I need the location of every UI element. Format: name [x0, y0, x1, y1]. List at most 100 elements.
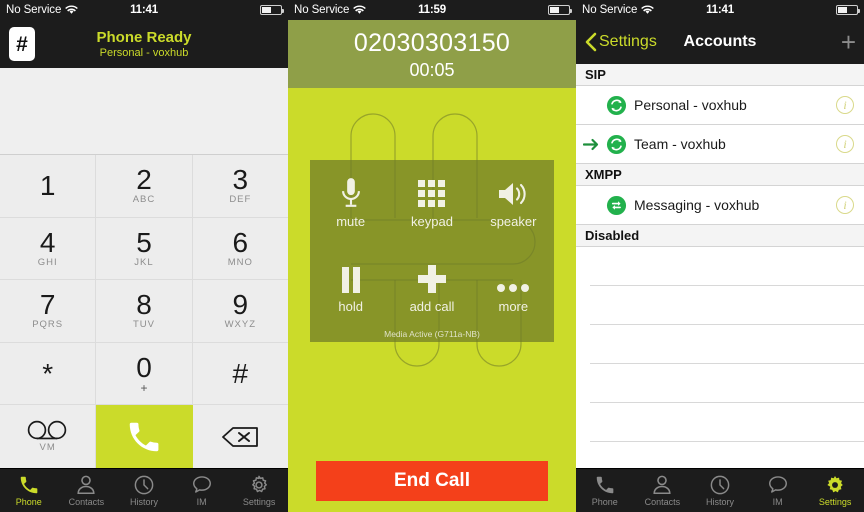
info-icon[interactable]: i — [836, 196, 854, 214]
backspace-button[interactable] — [192, 405, 288, 468]
key-hash[interactable]: # — [192, 342, 288, 406]
microphone-icon — [338, 175, 364, 209]
keypad-action-row: VM — [0, 405, 288, 468]
tab-settings[interactable]: Settings — [230, 469, 288, 512]
clock-icon — [134, 475, 154, 495]
key-8[interactable]: 8 TUV — [96, 280, 193, 343]
keypad: 1 2 ABC 3 DEF 4 GHI 5 JKL 6 MNO 7 PQRS 8… — [0, 155, 288, 468]
key-digit: 3 — [232, 164, 249, 196]
keypad-row: * 0 + # — [0, 342, 288, 406]
mute-button[interactable]: mute — [310, 160, 391, 245]
back-button[interactable]: Settings — [584, 32, 657, 52]
battery-icon — [836, 5, 860, 15]
key-digit: 2 — [136, 164, 152, 196]
media-status-label: Media Active (G711a-NB) — [384, 329, 480, 339]
more-button[interactable]: more — [473, 245, 554, 330]
control-label: hold — [338, 298, 363, 314]
add-call-button[interactable]: add call — [391, 245, 472, 330]
list-item[interactable] — [590, 364, 864, 403]
sip-registered-icon — [606, 95, 627, 115]
key-letters: + — [140, 381, 148, 396]
status-bar: No Service 11:41 — [576, 0, 864, 20]
navigation-bar: Settings Accounts + — [576, 20, 864, 64]
accounts-list[interactable]: SIP Personal - voxhub i Team - voxhub i … — [576, 64, 864, 468]
info-icon[interactable]: i — [836, 135, 854, 153]
backspace-icon — [222, 426, 259, 447]
key-letters: TUV — [132, 319, 155, 331]
key-star[interactable]: * — [0, 342, 97, 406]
keypad-row: 1 2 ABC 3 DEF — [0, 155, 288, 218]
tab-contacts[interactable]: Contacts — [58, 469, 116, 512]
tab-history[interactable]: History — [115, 469, 173, 512]
tab-phone[interactable]: Phone — [0, 469, 58, 512]
account-row-personal[interactable]: Personal - voxhub i — [576, 86, 864, 125]
key-letters: DEF — [229, 194, 252, 206]
key-4[interactable]: 4 GHI — [0, 217, 97, 281]
tab-bar: Phone Contacts History IM Settings — [576, 468, 864, 512]
key-digit: 5 — [136, 226, 152, 258]
tab-im[interactable]: IM — [173, 469, 231, 512]
key-9[interactable]: 9 WXYZ — [192, 280, 288, 343]
battery-icon — [548, 5, 572, 15]
tab-contacts[interactable]: Contacts — [634, 469, 692, 512]
account-name: Personal - voxhub — [634, 97, 747, 113]
tab-label: Phone — [591, 497, 618, 507]
phone-handset-icon — [20, 476, 38, 494]
key-1[interactable]: 1 — [0, 155, 97, 218]
key-6[interactable]: 6 MNO — [192, 217, 288, 281]
account-name: Messaging - voxhub — [634, 197, 760, 213]
key-3[interactable]: 3 DEF — [192, 155, 288, 218]
list-item[interactable] — [590, 247, 864, 286]
pause-icon — [338, 260, 364, 294]
keypad-grid-icon — [417, 175, 447, 209]
key-digit: 7 — [39, 289, 56, 321]
tab-label: Phone — [15, 497, 42, 507]
account-row-team[interactable]: Team - voxhub i — [576, 125, 864, 164]
back-label: Settings — [599, 33, 657, 50]
keypad-hash-icon[interactable]: # — [9, 27, 35, 61]
clock-icon — [710, 475, 730, 495]
key-7[interactable]: 7 PQRS — [0, 280, 97, 343]
keypad-button[interactable]: keypad — [391, 160, 472, 245]
status-bar: No Service 11:59 — [288, 0, 576, 20]
remote-number: 02030303150 — [353, 28, 511, 57]
section-header-xmpp: XMPP — [576, 164, 864, 186]
key-0[interactable]: 0 + — [96, 342, 193, 406]
number-display[interactable] — [0, 68, 288, 155]
tab-history[interactable]: History — [691, 469, 749, 512]
arrow-right-icon — [583, 138, 599, 150]
tab-settings[interactable]: Settings — [806, 469, 864, 512]
list-item[interactable] — [590, 442, 864, 468]
call-button[interactable] — [96, 405, 193, 468]
battery-icon — [260, 5, 284, 15]
key-5[interactable]: 5 JKL — [96, 217, 193, 281]
account-row-messaging[interactable]: Messaging - voxhub i — [576, 186, 864, 225]
tab-im[interactable]: IM — [749, 469, 807, 512]
key-digit: # — [232, 358, 249, 390]
voicemail-button[interactable]: VM — [0, 405, 97, 468]
accounts-screen: No Service 11:41 Settings Accounts + SIP… — [576, 0, 864, 512]
list-item[interactable] — [590, 403, 864, 442]
gear-icon — [827, 476, 843, 493]
tab-label: History — [129, 497, 158, 507]
selected-arrow-slot — [583, 138, 599, 151]
sip-registered-icon — [606, 134, 627, 154]
key-2[interactable]: 2 ABC — [96, 155, 193, 218]
list-item[interactable] — [590, 325, 864, 364]
person-icon — [77, 475, 95, 495]
keypad-row: 7 PQRS 8 TUV 9 WXYZ — [0, 280, 288, 343]
key-digit: * — [42, 358, 54, 390]
control-label: keypad — [411, 214, 453, 230]
phone-handset-icon — [129, 422, 159, 451]
clock-label: 11:41 — [130, 4, 158, 16]
key-digit: 8 — [136, 289, 152, 321]
add-account-button[interactable]: + — [841, 29, 856, 55]
info-icon[interactable]: i — [836, 96, 854, 114]
list-item[interactable] — [590, 286, 864, 325]
gear-icon — [252, 475, 268, 493]
clock-label: 11:41 — [706, 4, 734, 16]
key-digit: 4 — [39, 226, 56, 258]
speaker-button[interactable]: speaker — [473, 160, 554, 245]
hold-button[interactable]: hold — [310, 245, 391, 330]
tab-phone[interactable]: Phone — [576, 469, 634, 512]
